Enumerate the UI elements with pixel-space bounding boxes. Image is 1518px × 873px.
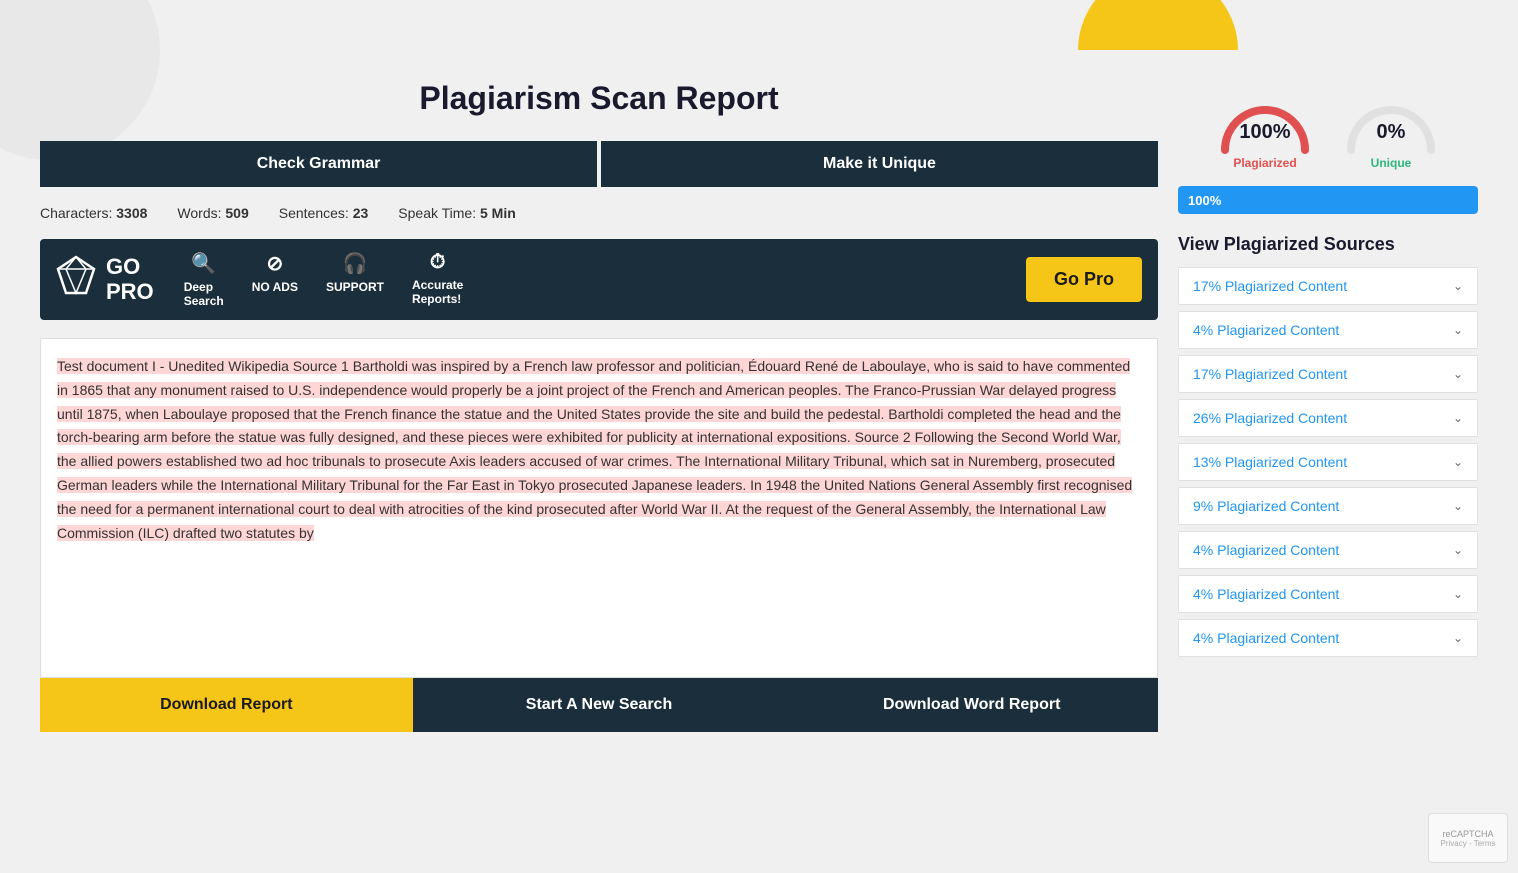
go-pro-features: 🔍 DeepSearch ⊘ NO ADS 🎧 SUPPORT ⏱ Accura… xyxy=(184,251,1006,308)
source-item-3[interactable]: 26% Plagiarized Content⌄ xyxy=(1178,399,1478,437)
sources-list: 17% Plagiarized Content⌄ 4% Plagiarized C… xyxy=(1178,267,1478,657)
source-item-6[interactable]: 4% Plagiarized Content⌄ xyxy=(1178,531,1478,569)
plagiarized-gauge: 100% Plagiarized xyxy=(1210,80,1320,170)
chevron-icon: ⌄ xyxy=(1453,279,1463,293)
go-pro-button[interactable]: Go Pro xyxy=(1026,257,1142,302)
sources-title: View Plagiarized Sources xyxy=(1178,234,1478,255)
diamond-icon xyxy=(56,255,96,304)
action-buttons-row: Check Grammar Make it Unique xyxy=(40,141,1158,187)
feature-support: 🎧 SUPPORT xyxy=(326,251,384,308)
unique-gauge-svg: 0% xyxy=(1336,80,1446,160)
page-title: Plagiarism Scan Report xyxy=(40,80,1158,117)
progress-bar-fill: 100% xyxy=(1178,186,1478,214)
support-icon: 🎧 xyxy=(343,251,368,276)
gauges-row: 100% Plagiarized 0% Unique xyxy=(1178,80,1478,170)
make-unique-button[interactable]: Make it Unique xyxy=(601,141,1158,187)
go-pro-logo: GOPRO xyxy=(56,255,154,304)
unique-label: Unique xyxy=(1371,156,1412,170)
source-item-2[interactable]: 17% Plagiarized Content⌄ xyxy=(1178,355,1478,393)
stats-row: Characters: 3308 Words: 509 Sentences: 2… xyxy=(40,205,1158,221)
chevron-icon: ⌄ xyxy=(1453,323,1463,337)
progress-bar-wrap: 100% xyxy=(1178,186,1478,214)
highlighted-text: Test document I - Unedited Wikipedia Sou… xyxy=(57,358,1132,541)
recaptcha-widget: reCAPTCHA Privacy - Terms xyxy=(1428,813,1508,863)
svg-text:100%: 100% xyxy=(1239,121,1290,143)
search-feature-icon: 🔍 xyxy=(191,251,216,276)
check-grammar-button[interactable]: Check Grammar xyxy=(40,141,597,187)
chevron-icon: ⌄ xyxy=(1453,543,1463,557)
start-new-search-button[interactable]: Start A New Search xyxy=(413,678,786,732)
chevron-icon: ⌄ xyxy=(1453,631,1463,645)
download-word-report-button[interactable]: Download Word Report xyxy=(785,678,1158,732)
plagiarized-gauge-svg: 100% xyxy=(1210,80,1320,160)
go-pro-banner: GOPRO 🔍 DeepSearch ⊘ NO ADS 🎧 SUPPORT ⏱ … xyxy=(40,239,1158,320)
chevron-icon: ⌄ xyxy=(1453,411,1463,425)
source-item-1[interactable]: 4% Plagiarized Content⌄ xyxy=(1178,311,1478,349)
characters-stat: Characters: 3308 xyxy=(40,205,147,221)
svg-text:0%: 0% xyxy=(1377,121,1406,143)
chevron-icon: ⌄ xyxy=(1453,455,1463,469)
chevron-icon: ⌄ xyxy=(1453,499,1463,513)
feature-accurate-reports: ⏱ AccurateReports! xyxy=(412,251,463,308)
bottom-buttons-row: Download Report Start A New Search Downl… xyxy=(40,678,1158,732)
source-item-8[interactable]: 4% Plagiarized Content⌄ xyxy=(1178,619,1478,657)
feature-no-ads: ⊘ NO ADS xyxy=(252,251,298,308)
progress-bar-label: 100% xyxy=(1188,193,1221,208)
main-content: Plagiarism Scan Report Check Grammar Mak… xyxy=(40,80,1158,732)
source-item-4[interactable]: 13% Plagiarized Content⌄ xyxy=(1178,443,1478,481)
speak-time-stat: Speak Time: 5 Min xyxy=(398,205,516,221)
document-text-box[interactable]: Test document I - Unedited Wikipedia Sou… xyxy=(40,338,1158,678)
unique-gauge: 0% Unique xyxy=(1336,80,1446,170)
chevron-icon: ⌄ xyxy=(1453,587,1463,601)
reports-icon: ⏱ xyxy=(430,251,446,274)
go-pro-text: GOPRO xyxy=(106,255,154,303)
source-item-5[interactable]: 9% Plagiarized Content⌄ xyxy=(1178,487,1478,525)
sidebar: 100% Plagiarized 0% Unique 100% V xyxy=(1178,80,1478,732)
source-item-7[interactable]: 4% Plagiarized Content⌄ xyxy=(1178,575,1478,613)
sentences-stat: Sentences: 23 xyxy=(279,205,369,221)
no-ads-icon: ⊘ xyxy=(266,251,283,276)
chevron-icon: ⌄ xyxy=(1453,367,1463,381)
plagiarized-label: Plagiarized xyxy=(1233,156,1296,170)
words-stat: Words: 509 xyxy=(177,205,248,221)
download-report-button[interactable]: Download Report xyxy=(40,678,413,732)
feature-deep-search: 🔍 DeepSearch xyxy=(184,251,224,308)
source-item-0[interactable]: 17% Plagiarized Content⌄ xyxy=(1178,267,1478,305)
